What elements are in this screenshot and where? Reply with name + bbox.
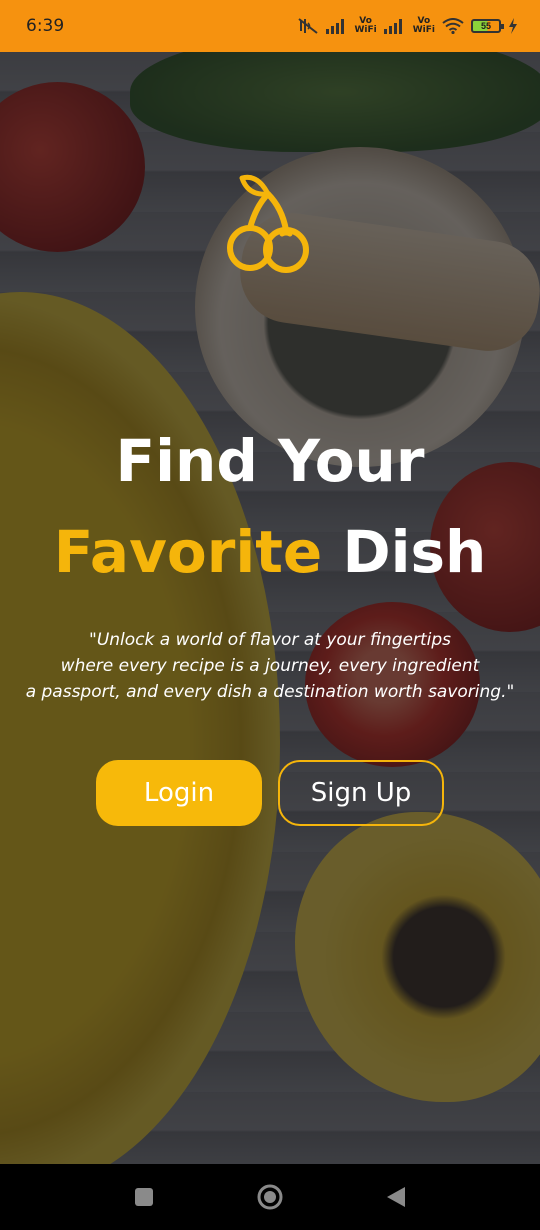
mute-vibrate-icon <box>297 18 318 34</box>
sign-up-button[interactable]: Sign Up <box>278 760 444 826</box>
wifi-icon <box>442 18 464 34</box>
vowifi-label-2: Vo WiFi <box>412 16 435 35</box>
square-icon <box>135 1188 153 1206</box>
app-screen: 6:39 Vo WiFi Vo WiFi 55 Find Your Favori… <box>0 0 540 1230</box>
charging-icon <box>509 18 517 34</box>
system-nav-bar <box>0 1164 540 1230</box>
hero-content: Find Your Favorite Dish "Unlock a world … <box>0 52 540 1164</box>
title-accent-word: Favorite <box>53 518 323 586</box>
triangle-back-icon <box>387 1187 405 1207</box>
tagline-quote: "Unlock a world of flavor at your finger… <box>20 627 520 705</box>
home-button[interactable] <box>250 1177 290 1217</box>
quote-line-3: a passport, and every dish a destination… <box>25 682 515 702</box>
status-time: 6:39 <box>26 16 65 36</box>
login-button[interactable]: Login <box>96 760 262 826</box>
vowifi-label: Vo WiFi <box>354 16 377 35</box>
title-rest: Dish <box>322 518 487 586</box>
status-icons: Vo WiFi Vo WiFi 55 <box>297 17 519 35</box>
back-button[interactable] <box>376 1177 416 1217</box>
battery-icon: 55 <box>471 19 504 33</box>
signal-icon-2 <box>383 19 402 34</box>
status-bar: 6:39 Vo WiFi Vo WiFi 55 <box>0 0 540 52</box>
quote-line-2: where every recipe is a journey, every i… <box>60 656 480 676</box>
page-title-line1: Find Your <box>115 427 425 495</box>
quote-line-1: "Unlock a world of flavor at your finger… <box>89 630 451 650</box>
recents-button[interactable] <box>124 1177 164 1217</box>
signal-icon <box>325 19 344 34</box>
page-title-line2: Favorite Dish <box>0 518 540 586</box>
cherry-icon <box>227 174 309 273</box>
circle-icon <box>257 1184 283 1210</box>
